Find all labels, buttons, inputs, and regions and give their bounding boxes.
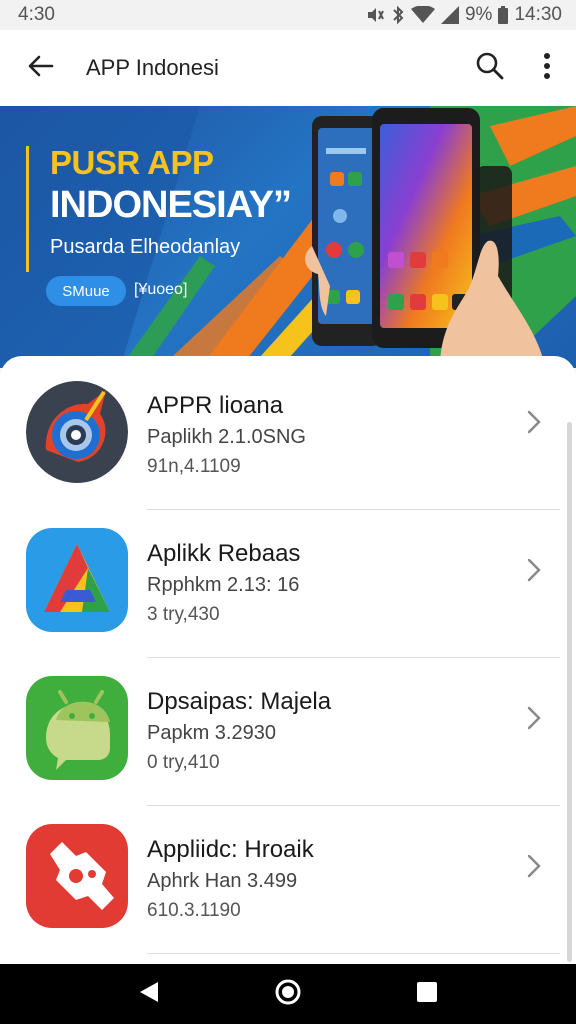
item-subtitle: Paplikh 2.1.0SNG	[147, 426, 306, 448]
banner-pill-button[interactable]: SMuue	[46, 276, 126, 306]
triangle-logo-icon	[26, 528, 128, 632]
list-item[interactable]: Aplikk Rebaas Rpphkm 2.13: 16 3 try,430	[0, 510, 576, 658]
bluetooth-icon	[391, 5, 405, 25]
wrench-tool-icon	[26, 824, 128, 928]
chevron-right-icon	[522, 554, 546, 586]
list-item[interactable]: APPR lioana Paplikh 2.1.0SNG 91n,4.1109	[0, 362, 576, 510]
item-meta: 610.3.1190	[147, 900, 241, 921]
item-title: Appliidc: Hroaik	[147, 836, 314, 863]
status-time-left: 4:30	[18, 4, 55, 25]
more-options-button[interactable]	[532, 46, 562, 90]
nav-home-button[interactable]	[258, 964, 318, 1024]
banner-title-line2: INDONESIAY”	[50, 184, 292, 226]
wifi-icon	[410, 6, 435, 24]
app-bar: APP Indonesi	[0, 30, 576, 106]
chevron-right-icon	[522, 702, 546, 734]
item-subtitle: Aphrk Han 3.499	[147, 870, 298, 892]
app-list: APPR lioana Paplikh 2.1.0SNG 91n,4.1109 …	[0, 356, 576, 966]
back-triangle-icon	[138, 980, 160, 1009]
item-meta: 0 try,410	[147, 752, 220, 773]
signal-icon	[440, 6, 459, 24]
status-bar: 4:30 9% 14:30	[0, 0, 576, 30]
list-item[interactable]: Dpsaipas: Majela Papkm 3.2930 0 try,410	[0, 658, 576, 806]
nav-recents-button[interactable]	[397, 964, 457, 1024]
scrollbar[interactable]	[567, 422, 572, 962]
mute-icon	[365, 6, 385, 24]
list-item[interactable]: Appliidc: Hroaik Aphrk Han 3.499 610.3.1…	[0, 806, 576, 954]
battery-icon	[498, 6, 509, 24]
promo-banner[interactable]: PUSR APP INDONESIAY” Pusarda Elheodanlay…	[0, 106, 576, 368]
item-title: APPR lioana	[147, 392, 284, 419]
back-arrow-icon	[26, 54, 54, 83]
target-compass-icon	[26, 380, 128, 484]
item-subtitle: Papkm 3.2930	[147, 722, 276, 744]
home-circle-icon	[274, 978, 302, 1011]
phone-back-icon	[312, 116, 382, 346]
recents-square-icon	[416, 981, 438, 1008]
nav-back-button[interactable]	[119, 964, 179, 1024]
back-button[interactable]	[20, 48, 60, 88]
banner-accent-line	[26, 146, 29, 272]
android-icon	[26, 676, 128, 780]
chevron-right-icon	[522, 406, 546, 438]
item-meta: 3 try,430	[147, 604, 220, 625]
search-icon	[475, 51, 505, 86]
item-subtitle: Rpphkm 2.13: 16	[147, 574, 300, 596]
status-time-right: 14:30	[514, 4, 562, 25]
system-nav-bar	[0, 964, 576, 1024]
divider	[147, 953, 560, 954]
chevron-right-icon	[522, 850, 546, 882]
item-meta: 91n,4.1109	[147, 456, 241, 477]
item-title: Dpsaipas: Majela	[147, 688, 332, 715]
status-icons: 9% 14:30	[365, 4, 562, 26]
banner-title-line1: PUSR APP	[50, 144, 214, 181]
more-vert-icon	[543, 52, 551, 84]
banner-side-text: [¥uoeo]	[134, 281, 188, 298]
battery-percent: 9%	[464, 4, 493, 25]
item-title: Aplikk Rebaas	[147, 540, 301, 567]
page-title: APP Indonesi	[86, 55, 219, 80]
search-button[interactable]	[468, 46, 512, 90]
banner-subtitle: Pusarda Elheodanlay	[50, 236, 241, 258]
